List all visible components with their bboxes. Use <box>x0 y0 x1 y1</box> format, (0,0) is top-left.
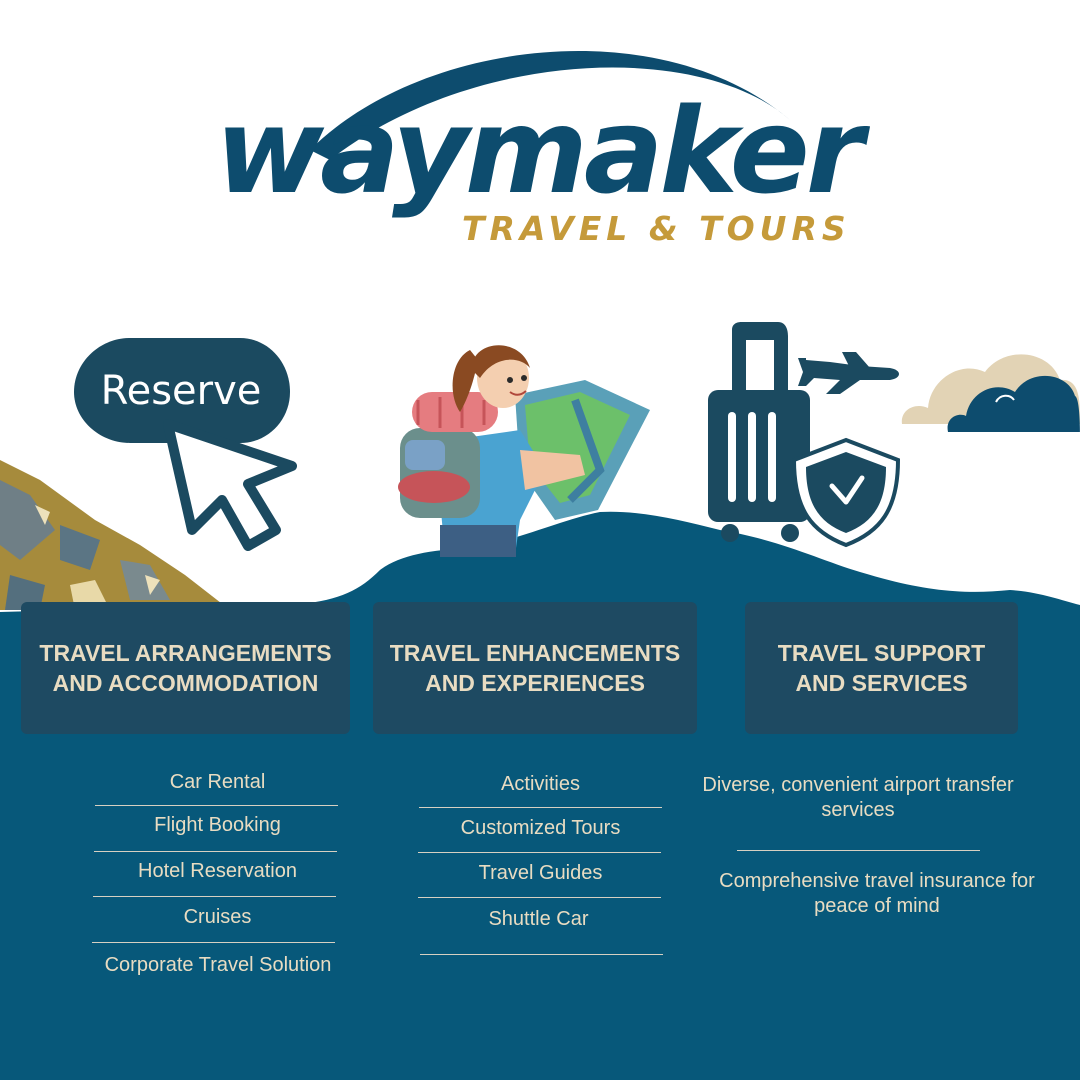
divider <box>420 954 663 955</box>
list-item-cruises: Cruises <box>183 906 252 928</box>
list-item-travel-guides: Travel Guides <box>478 862 603 884</box>
list-item-travel-insurance: Comprehensive travel insurance for peace… <box>719 870 1035 917</box>
list-item-flight-booking: Flight Booking <box>154 814 281 836</box>
poster: waymaker TRAVEL & TOURS Reserve TRAVEL A… <box>0 0 1080 1080</box>
brand-logo-wordmark: waymaker <box>215 82 864 220</box>
shield-check-icon <box>791 437 901 548</box>
divider <box>92 942 335 943</box>
divider <box>93 896 336 897</box>
list-item-hotel-reservation: Hotel Reservation <box>138 860 297 882</box>
cloud-icon <box>901 354 1080 432</box>
divider <box>95 805 338 806</box>
brand-tagline: TRAVEL & TOURS <box>462 209 851 248</box>
suitcase-icon <box>708 322 810 542</box>
list-item-car-rental: Car Rental <box>169 771 266 793</box>
reserve-button[interactable]: Reserve <box>74 339 288 443</box>
divider <box>419 807 662 808</box>
category-support-title: TRAVEL SUPPORT AND SERVICES <box>745 602 1018 734</box>
list-item-corporate-travel: Corporate Travel Solution <box>104 954 332 976</box>
category-enhancements-title: TRAVEL ENHANCEMENTS AND EXPERIENCES <box>373 602 697 734</box>
list-item-activities: Activities <box>501 773 580 795</box>
divider <box>418 852 661 853</box>
airplane-icon <box>798 352 899 394</box>
list-item-airport-transfer: Diverse, convenient airport transfer ser… <box>702 774 1014 821</box>
divider <box>418 897 661 898</box>
list-item-customized-tours: Customized Tours <box>460 817 621 839</box>
category-arrangements-title: TRAVEL ARRANGEMENTS AND ACCOMMODATION <box>21 602 350 734</box>
divider <box>94 851 337 852</box>
list-item-shuttle-car: Shuttle Car <box>488 908 589 930</box>
divider <box>737 850 980 851</box>
